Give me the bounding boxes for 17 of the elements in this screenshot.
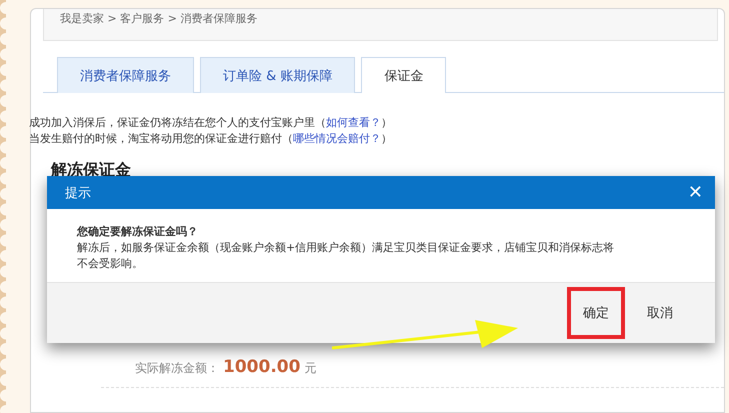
info-text: 成功加入消保后，保证金仍将冻结在您个人的支付宝账户里（如何查看？） [29,115,393,130]
dialog-question: 您确定要解冻保证金吗？ [77,224,199,240]
amount-label: 实际解冻金额： [135,360,219,377]
amount-unit: 元 [304,360,316,377]
confirm-button[interactable]: 确定 [567,287,625,339]
amount-value: 1000.00 [223,357,300,377]
help-link[interactable]: 如何查看？ [326,116,381,129]
dialog-message: 解冻后，如服务保证金余额（现金账户余额+信用账户余额）满足宝贝类目保证金要求，店铺宝贝和消保标志将不会受影响。 [77,240,616,272]
dialog-title: 提示 [65,184,91,202]
tab[interactable]: 订单险 & 账期保障 [200,57,356,93]
info-text: 当发生赔付的时候，淘宝将动用您的保证金进行赔付（哪些情况会赔付？） [29,131,393,146]
close-button[interactable]: ✕ [688,182,703,203]
cancel-button[interactable]: 取消 [635,287,685,339]
help-link[interactable]: 哪些情况会赔付？ [293,132,381,145]
tab[interactable]: 保证金 [361,57,446,93]
breadcrumb: 我是卖家 > 客户服务 > 消费者保障服务 [43,9,718,41]
tab[interactable]: 消费者保障服务 [57,57,194,93]
